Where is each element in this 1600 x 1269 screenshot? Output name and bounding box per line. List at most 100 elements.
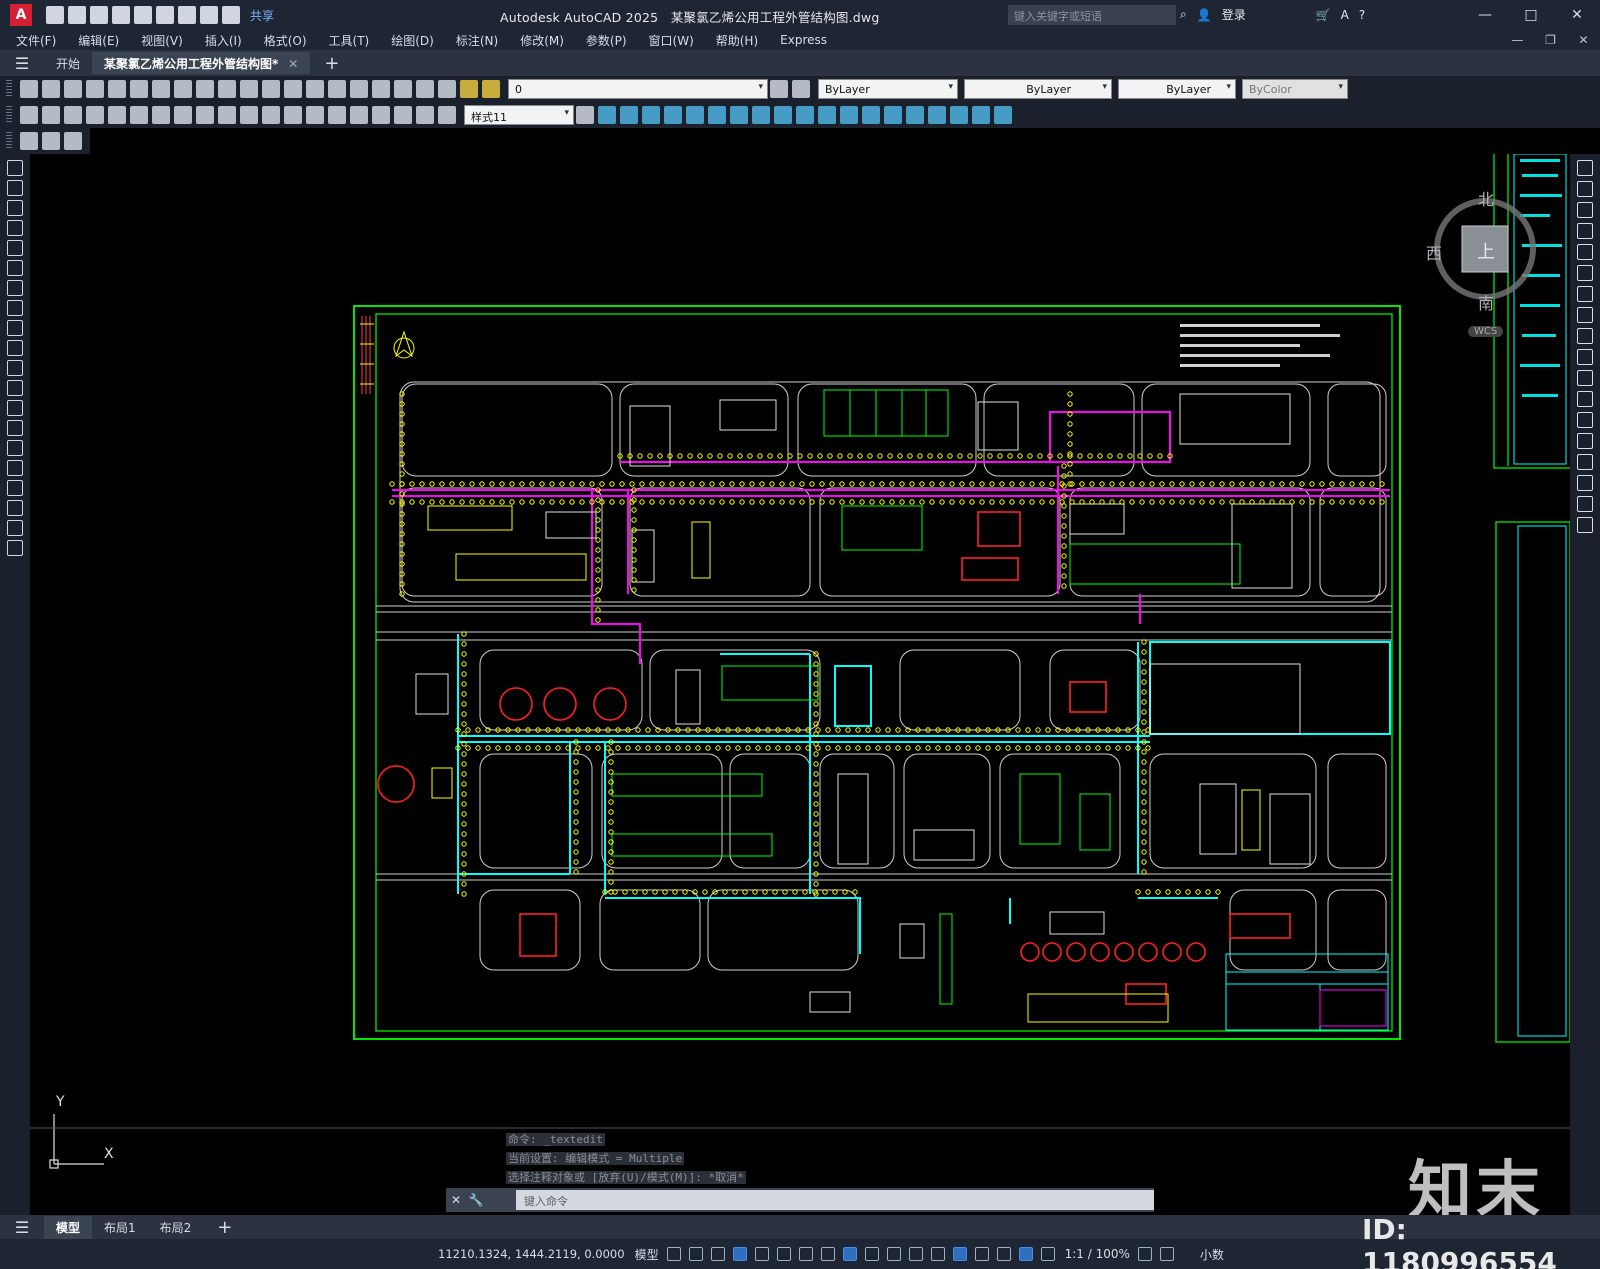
save-as-icon[interactable] <box>112 6 130 24</box>
annotation-monitor-icon[interactable] <box>1159 1247 1174 1261</box>
menu-edit[interactable]: 编辑(E) <box>78 32 119 49</box>
sheet-set-icon[interactable] <box>394 80 412 98</box>
annotation-scale[interactable]: 1:1 / 100% <box>1065 1247 1130 1261</box>
point-icon[interactable] <box>7 420 23 436</box>
viewcube[interactable]: 北 西 南 上 WCS <box>1420 174 1560 344</box>
insert-block-icon[interactable] <box>42 132 60 150</box>
zoom-icon[interactable] <box>306 80 324 98</box>
paste-icon[interactable] <box>196 80 214 98</box>
hatch-icon[interactable] <box>7 440 23 456</box>
menu-view[interactable]: 视图(V) <box>141 32 183 49</box>
viewcube-west[interactable]: 西 <box>1426 240 1442 264</box>
command-close-icon[interactable]: ✕ <box>446 1193 466 1207</box>
infer-icon[interactable] <box>710 1247 725 1261</box>
view-right-icon[interactable] <box>664 106 682 124</box>
continuous-orbit-icon[interactable] <box>950 106 968 124</box>
help-icon[interactable] <box>438 80 456 98</box>
menu-insert[interactable]: 插入(I) <box>205 32 242 49</box>
center-mark-icon[interactable] <box>328 106 346 124</box>
space-icon[interactable] <box>262 106 280 124</box>
units-select[interactable]: 小数 <box>1200 1246 1224 1263</box>
mtext-icon[interactable] <box>7 520 23 536</box>
ordinate-icon[interactable] <box>86 106 104 124</box>
plot-icon[interactable] <box>86 80 104 98</box>
ellipse-icon[interactable] <box>7 340 23 356</box>
add-selected-icon[interactable] <box>7 540 23 556</box>
view-bottom-icon[interactable] <box>708 106 726 124</box>
extend-icon[interactable] <box>1577 370 1593 386</box>
maximize-icon[interactable]: □ <box>1508 0 1554 30</box>
arc-length-icon[interactable] <box>64 106 82 124</box>
undo-icon[interactable] <box>200 6 218 24</box>
drawing-canvas[interactable]: Y X 北 西 南 上 WCS <box>30 154 1570 1215</box>
3d-osnap-icon[interactable] <box>930 1247 945 1261</box>
diameter-icon[interactable] <box>152 106 170 124</box>
doc-minimize-icon[interactable]: — <box>1501 30 1534 50</box>
insert-block-icon[interactable] <box>7 380 23 396</box>
polyline-icon[interactable] <box>7 200 23 216</box>
plotstyle-select[interactable]: ByColor ▾ <box>1242 79 1348 99</box>
angular-icon[interactable] <box>174 106 192 124</box>
xline-icon[interactable] <box>7 180 23 196</box>
tolerance-icon[interactable] <box>306 106 324 124</box>
menu-dimension[interactable]: 标注(N) <box>456 32 498 49</box>
tool-palette-icon[interactable] <box>372 80 390 98</box>
tab-layout2[interactable]: 布局2 <box>148 1216 204 1239</box>
new-file-icon[interactable] <box>46 6 64 24</box>
break-at-point-icon[interactable] <box>1577 391 1593 407</box>
annotation-visibility-icon[interactable] <box>1018 1247 1033 1261</box>
tab-close-icon[interactable]: ✕ <box>288 57 298 71</box>
menu-modify[interactable]: 修改(M) <box>520 32 564 49</box>
cart-icon[interactable]: 🛒 <box>1316 8 1331 22</box>
layer-state-icon[interactable] <box>482 80 500 98</box>
continue-icon[interactable] <box>240 106 258 124</box>
open-icon[interactable] <box>42 80 60 98</box>
properties-icon[interactable] <box>328 80 346 98</box>
visual-style-icon[interactable] <box>818 106 836 124</box>
undo-icon[interactable] <box>240 80 258 98</box>
tab-document[interactable]: 某聚氯乙烯公用工程外管结构图* ✕ <box>92 52 311 74</box>
transparency-icon[interactable] <box>886 1247 901 1261</box>
view-se-icon[interactable] <box>752 106 770 124</box>
dim-edit-icon[interactable] <box>394 106 412 124</box>
cut-icon[interactable] <box>152 80 170 98</box>
layer-previous-icon[interactable] <box>792 80 810 98</box>
viewcube-top-face[interactable]: 上 <box>1477 238 1495 264</box>
tab-layout1[interactable]: 布局1 <box>92 1216 148 1239</box>
open-file-icon[interactable] <box>68 6 86 24</box>
orbit-icon[interactable] <box>906 106 924 124</box>
save-icon[interactable] <box>64 80 82 98</box>
aligned-dim-icon[interactable] <box>42 106 60 124</box>
publish-icon[interactable] <box>130 80 148 98</box>
pan-icon[interactable] <box>284 80 302 98</box>
calculator-icon[interactable] <box>416 80 434 98</box>
viewcube-north[interactable]: 北 <box>1478 186 1494 210</box>
file-tabs-menu-icon[interactable]: ☰ <box>0 54 44 73</box>
dim-style-icon[interactable] <box>576 106 594 124</box>
dynamic-ucs-icon[interactable] <box>952 1247 967 1261</box>
scale-icon[interactable] <box>1577 307 1593 323</box>
conceptual-icon[interactable] <box>884 106 902 124</box>
join-icon[interactable] <box>1577 433 1593 449</box>
view-front-icon[interactable] <box>598 106 616 124</box>
menu-window[interactable]: 窗口(W) <box>649 32 694 49</box>
erase-icon[interactable] <box>1577 160 1593 176</box>
dimstyle-select[interactable]: 样式11 ▾ <box>464 105 574 125</box>
move-icon[interactable] <box>1577 265 1593 281</box>
jogged-linear-icon[interactable] <box>372 106 390 124</box>
walk-icon[interactable] <box>994 106 1012 124</box>
selection-cycling-icon[interactable] <box>908 1247 923 1261</box>
copy-object-icon[interactable] <box>1577 181 1593 197</box>
dim-text-edit-icon[interactable] <box>416 106 434 124</box>
revcloud-icon[interactable] <box>7 300 23 316</box>
chamfer-icon[interactable] <box>1577 454 1593 470</box>
match-prop-icon[interactable] <box>218 80 236 98</box>
view-top-icon[interactable] <box>686 106 704 124</box>
view-left-icon[interactable] <box>642 106 660 124</box>
view-sw-icon[interactable] <box>730 106 748 124</box>
lineweight-icon[interactable] <box>864 1247 879 1261</box>
workspace-gear-icon[interactable] <box>1137 1247 1152 1261</box>
offset-icon[interactable] <box>1577 223 1593 239</box>
redo-icon[interactable] <box>222 6 240 24</box>
save-web-icon[interactable] <box>156 6 174 24</box>
